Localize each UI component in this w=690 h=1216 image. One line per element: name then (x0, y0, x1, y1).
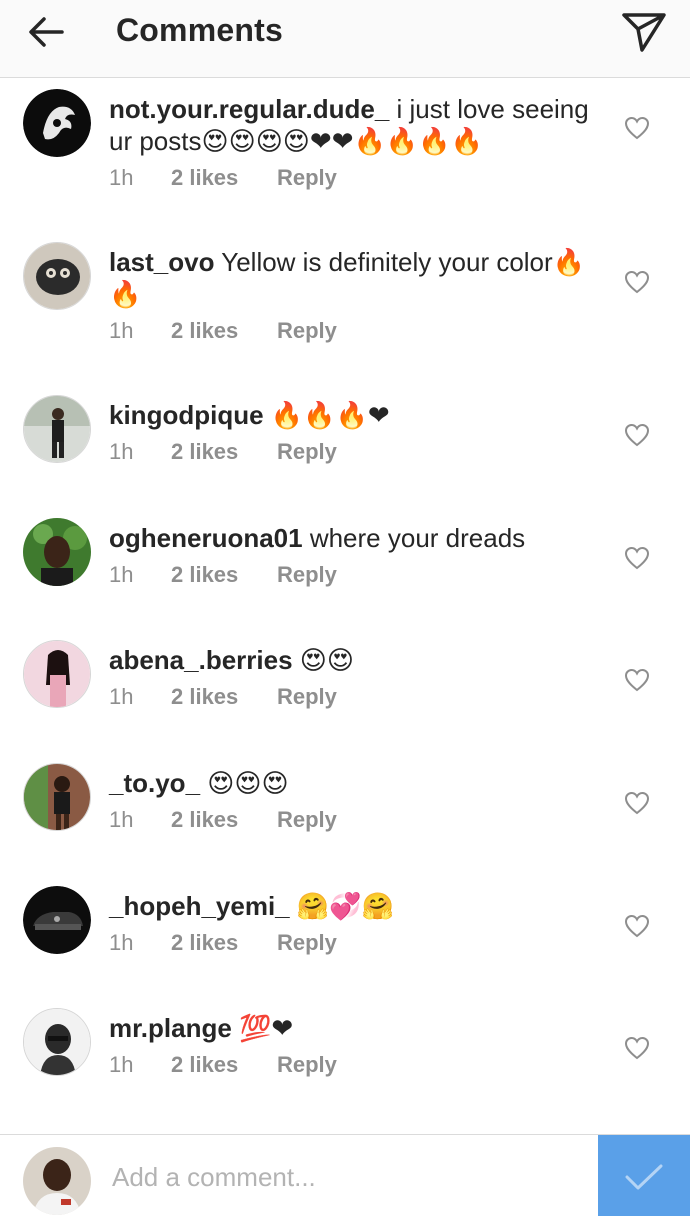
avatar-image (24, 243, 90, 309)
likes-count[interactable]: 2 likes (171, 562, 277, 588)
heart-icon[interactable] (624, 116, 650, 140)
reply-button[interactable]: Reply (277, 318, 337, 344)
comment-text: where your dreads (302, 523, 526, 553)
likes-count[interactable]: 2 likes (171, 1052, 277, 1078)
comment-text: 🤗💞🤗 (289, 891, 394, 921)
comment-meta: 1h 2 likes Reply (109, 165, 609, 193)
avatar[interactable] (23, 395, 91, 463)
comment-text: 😍😍😍 (200, 768, 289, 798)
comment-username[interactable]: mr.plange (109, 1013, 232, 1043)
avatar[interactable] (23, 242, 91, 310)
comment-username[interactable]: last_ovo (109, 247, 215, 277)
comment-text: 😍😍 (292, 645, 354, 675)
avatar-image (24, 641, 90, 707)
comment-username[interactable]: abena_.berries (109, 645, 293, 675)
avatar[interactable] (23, 518, 91, 586)
comment-time: 1h (109, 165, 134, 190)
comment-time: 1h (109, 684, 134, 709)
avatar-image (23, 518, 91, 586)
likes-count[interactable]: 2 likes (171, 165, 277, 191)
comment-meta: 1h 2 likes Reply (109, 1052, 609, 1080)
comment-meta: 1h 2 likes Reply (109, 562, 609, 590)
top-bar: Comments (0, 0, 690, 78)
post-button[interactable] (598, 1135, 690, 1216)
comment-meta: 1h 2 likes Reply (109, 684, 609, 712)
avatar-image (23, 89, 91, 157)
checkmark-icon (625, 1164, 663, 1190)
comment-meta: 1h 2 likes Reply (109, 930, 609, 958)
comment-time: 1h (109, 562, 134, 587)
avatar-image (24, 764, 90, 830)
comment-username[interactable]: ogheneruona01 (109, 523, 303, 553)
heart-icon[interactable] (624, 546, 650, 570)
arrow-left-icon (29, 17, 64, 47)
comment-input[interactable] (110, 1149, 584, 1205)
comment-text: 🔥🔥🔥❤ (263, 400, 390, 430)
comment-time: 1h (109, 1052, 134, 1077)
comment-time: 1h (109, 930, 134, 955)
reply-button[interactable]: Reply (277, 165, 337, 191)
reply-button[interactable]: Reply (277, 1052, 337, 1078)
heart-icon[interactable] (624, 914, 650, 938)
paper-plane-icon (622, 13, 666, 52)
page-title: Comments (116, 12, 283, 48)
avatar-image (24, 1009, 90, 1075)
comment-composer (0, 1134, 690, 1216)
reply-button[interactable]: Reply (277, 930, 337, 956)
avatar (23, 1147, 91, 1215)
comment-username[interactable]: kingodpique (109, 400, 264, 430)
avatar-image (23, 886, 91, 954)
likes-count[interactable]: 2 likes (171, 318, 277, 344)
avatar[interactable] (23, 640, 91, 708)
direct-message-button[interactable] (620, 10, 668, 54)
likes-count[interactable]: 2 likes (171, 930, 277, 956)
heart-icon[interactable] (624, 1036, 650, 1060)
heart-icon[interactable] (624, 791, 650, 815)
avatar-image (24, 396, 90, 462)
comment-text: 💯❤ (231, 1013, 294, 1043)
comment-username[interactable]: not.your.regular.dude_ (109, 94, 389, 124)
reply-button[interactable]: Reply (277, 439, 337, 465)
reply-button[interactable]: Reply (277, 684, 337, 710)
comment-username[interactable]: _to.yo_ (109, 768, 200, 798)
comment-meta: 1h 2 likes Reply (109, 439, 609, 467)
back-button[interactable] (26, 14, 66, 50)
comment-username[interactable]: _hopeh_yemi_ (109, 891, 290, 921)
heart-icon[interactable] (624, 423, 650, 447)
heart-icon[interactable] (624, 270, 650, 294)
comment-time: 1h (109, 807, 134, 832)
heart-icon[interactable] (624, 668, 650, 692)
avatar[interactable] (23, 763, 91, 831)
avatar-image (23, 1147, 91, 1215)
comment-time: 1h (109, 439, 134, 464)
comment-meta: 1h 2 likes Reply (109, 318, 599, 346)
likes-count[interactable]: 2 likes (171, 684, 277, 710)
likes-count[interactable]: 2 likes (171, 439, 277, 465)
avatar[interactable] (23, 1008, 91, 1076)
comment-time: 1h (109, 318, 134, 343)
comment-meta: 1h 2 likes Reply (109, 807, 609, 835)
likes-count[interactable]: 2 likes (171, 807, 277, 833)
reply-button[interactable]: Reply (277, 807, 337, 833)
comments-list[interactable]: not.your.regular.dude_ i just love seein… (0, 78, 690, 1134)
reply-button[interactable]: Reply (277, 562, 337, 588)
avatar[interactable] (23, 89, 91, 157)
avatar[interactable] (23, 886, 91, 954)
